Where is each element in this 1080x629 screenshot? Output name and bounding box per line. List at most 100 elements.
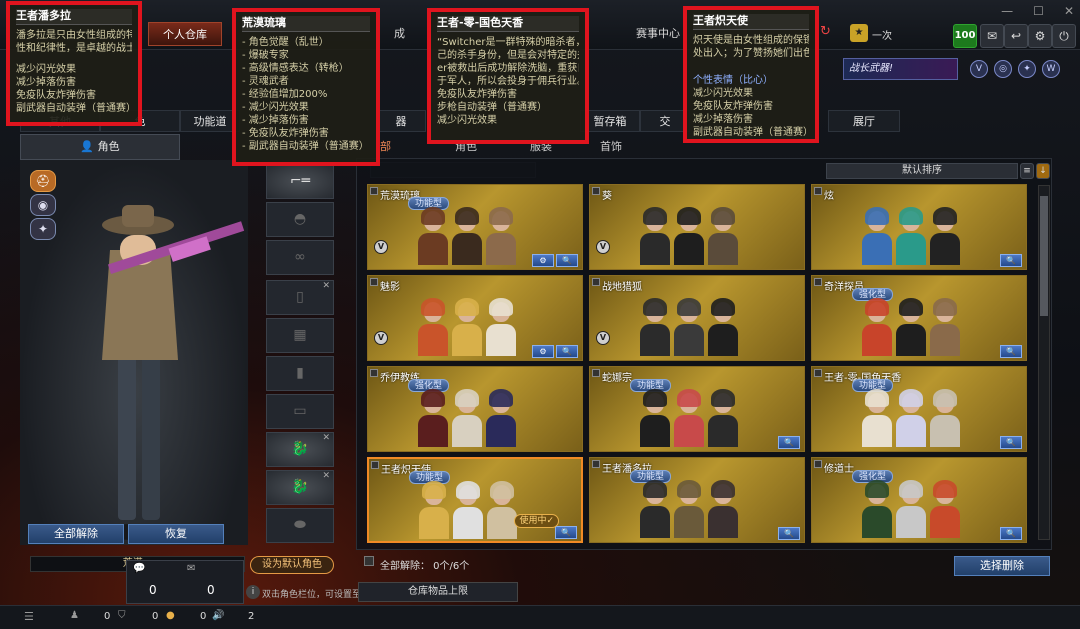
badge-icon-4[interactable]: W xyxy=(1042,60,1060,78)
character-model xyxy=(88,205,245,540)
return-icon[interactable]: ↩ xyxy=(1004,24,1028,48)
tooltip-pandora: 王者潘多拉 潘多拉是只由女性组成的特殊团 性和纪律性，是卓越的战士。最 减少闪光… xyxy=(6,1,142,126)
badge-icon-3[interactable]: ✦ xyxy=(1018,60,1036,78)
warehouse-limit-button[interactable]: 仓库物品上限 xyxy=(358,582,518,602)
character-preview[interactable] xyxy=(20,160,248,545)
slot-vest[interactable]: ▦ xyxy=(266,318,334,353)
card-name: 修道士 xyxy=(824,464,854,475)
character-slot-icon-3[interactable]: ✦ xyxy=(30,218,56,240)
tab-personal-warehouse[interactable]: 个人仓库 xyxy=(148,22,222,46)
select-delete-button[interactable]: 选择删除 xyxy=(954,556,1050,576)
shield-icon[interactable]: ⛉ xyxy=(118,610,126,621)
slot-weapon[interactable]: ⌐═ xyxy=(266,164,334,199)
slot-extra[interactable]: ⬬ xyxy=(266,508,334,543)
close-button[interactable]: ✕ xyxy=(1064,4,1074,18)
restore-button[interactable]: 恢复 xyxy=(128,524,224,544)
card-portraits xyxy=(640,290,738,356)
character-portrait xyxy=(708,296,738,356)
character-portrait xyxy=(452,387,482,447)
tab-partial[interactable]: 成 xyxy=(380,22,419,46)
character-card[interactable]: 修道士 强化型 🔍 xyxy=(811,457,1027,543)
message-box[interactable]: 💬 ✉ 0 0 xyxy=(126,560,244,604)
card-name: 葵 xyxy=(602,191,612,202)
search-icon[interactable]: 🔍 xyxy=(778,527,800,540)
search-icon[interactable]: 🔍 xyxy=(1000,345,1022,358)
search-icon[interactable]: 🔍 xyxy=(556,345,578,358)
customize-icon[interactable]: ⚙ xyxy=(532,345,554,358)
role-tab[interactable]: 👤 角色 xyxy=(20,134,180,160)
hint-text: 双击角色栏位，可设置至... xyxy=(262,590,370,600)
slot-pet-2[interactable]: 🐉 ✕ xyxy=(266,470,334,505)
slot-pet-1[interactable]: 🐉 ✕ xyxy=(266,432,334,467)
card-portraits xyxy=(862,290,960,356)
character-card[interactable]: 乔伊教练 强化型 xyxy=(367,366,583,452)
scrollbar-thumb[interactable] xyxy=(1040,196,1048,316)
subtab-weapon[interactable]: 器 xyxy=(376,110,426,132)
sort-order-icon[interactable]: ↓ xyxy=(1036,163,1050,179)
tooltip-line: “Switcher是一群特殊的暗杀者，他 xyxy=(437,37,579,48)
minimize-button[interactable]: — xyxy=(1001,4,1013,18)
filter-all[interactable]: 部 xyxy=(380,138,391,154)
in-use-badge: 使用中✓ xyxy=(514,514,559,528)
search-icon[interactable]: 🔍 xyxy=(556,254,578,267)
card-flag-icon xyxy=(814,187,822,195)
speaker-icon[interactable]: 🔊 xyxy=(212,610,224,621)
card-portraits xyxy=(862,199,960,265)
subtab-temp-storage[interactable]: 暂存箱 xyxy=(580,110,640,132)
subtab-function[interactable]: 功能道 xyxy=(180,110,240,132)
level-badge[interactable]: 100 xyxy=(953,24,977,48)
power-icon[interactable]: ⏻ xyxy=(1052,24,1076,48)
character-card[interactable]: 蛇娜宗 功能型 🔍 xyxy=(589,366,805,452)
character-slot-icon-2[interactable]: ◉ xyxy=(30,194,56,216)
character-card[interactable]: 王者潘多拉 功能型 🔍 xyxy=(589,457,805,543)
character-card[interactable]: 葵V xyxy=(589,184,805,270)
window-controls: — ☐ ✕ xyxy=(1001,4,1074,18)
unlock-all-button[interactable]: 全部解除 xyxy=(28,524,124,544)
set-default-character-button[interactable]: 设为默认角色 xyxy=(250,556,334,574)
promo-banner[interactable]: 战长武器! xyxy=(843,58,958,80)
menu-icon[interactable]: ☰ xyxy=(24,610,34,623)
search-icon[interactable]: 🔍 xyxy=(555,526,577,539)
gear-icon[interactable]: ⚙ xyxy=(1028,24,1052,48)
character-card[interactable]: 战地猎狐 V xyxy=(589,275,805,361)
maximize-button[interactable]: ☐ xyxy=(1033,4,1044,18)
search-icon[interactable]: 🔍 xyxy=(1000,436,1022,449)
card-portraits xyxy=(640,199,738,265)
badge-icon-2[interactable]: ◎ xyxy=(994,60,1012,78)
card-flag-icon xyxy=(592,187,600,195)
filter-accessory[interactable]: 首饰 xyxy=(600,138,622,154)
remove-icon[interactable]: ✕ xyxy=(322,433,330,443)
remove-icon[interactable]: ✕ xyxy=(322,281,330,291)
checkbox-icon[interactable] xyxy=(364,556,374,566)
subtab-showroom[interactable]: 展厅 xyxy=(828,110,900,132)
search-icon[interactable]: 🔍 xyxy=(778,436,800,449)
chat-bubble-icon[interactable]: ● xyxy=(166,610,175,621)
slot-pants[interactable]: ▭ xyxy=(266,394,334,429)
remove-icon[interactable]: ✕ xyxy=(322,471,330,481)
character-slot-icon-1[interactable]: ⛑ xyxy=(30,170,56,192)
mail-icon[interactable]: ✉ xyxy=(980,24,1004,48)
character-portrait xyxy=(930,296,960,356)
character-card[interactable]: 魅影 V 🔍 ⚙ xyxy=(367,275,583,361)
slot-accessory[interactable]: ▯ ✕ xyxy=(266,280,334,315)
character-portrait xyxy=(708,478,738,538)
scrollbar[interactable] xyxy=(1038,185,1050,540)
tooltip-effect: - 免疫队友炸弹伤害 xyxy=(242,128,329,139)
badge-icon-1[interactable]: V xyxy=(970,60,988,78)
search-icon[interactable]: 🔍 xyxy=(1000,254,1022,267)
character-card[interactable]: 荒漠琉璃 功能型 V 🔍 ⚙ xyxy=(367,184,583,270)
friends-icon[interactable]: ♟ xyxy=(70,610,79,621)
customize-icon[interactable]: ⚙ xyxy=(532,254,554,267)
refresh-icon[interactable]: ↻ xyxy=(820,24,831,39)
character-card[interactable]: 炫 🔍 xyxy=(811,184,1027,270)
slot-body[interactable]: ▮ xyxy=(266,356,334,391)
list-view-icon[interactable]: ≡ xyxy=(1020,163,1034,179)
slot-helmet[interactable]: ◓ xyxy=(266,202,334,237)
slot-glasses[interactable]: ∞ xyxy=(266,240,334,275)
character-card[interactable]: 王者-零-国色天香功能型🔍 xyxy=(811,366,1027,452)
tooltip-effect: 减少闪光效果 xyxy=(437,115,497,126)
search-icon[interactable]: 🔍 xyxy=(1000,527,1022,540)
character-card[interactable]: 奇洋探员 强化型 🔍 xyxy=(811,275,1027,361)
character-card[interactable]: 王者炽天使 功能型 🔍 使用中✓ xyxy=(367,457,583,543)
sort-dropdown[interactable]: 默认排序 xyxy=(826,163,1018,179)
